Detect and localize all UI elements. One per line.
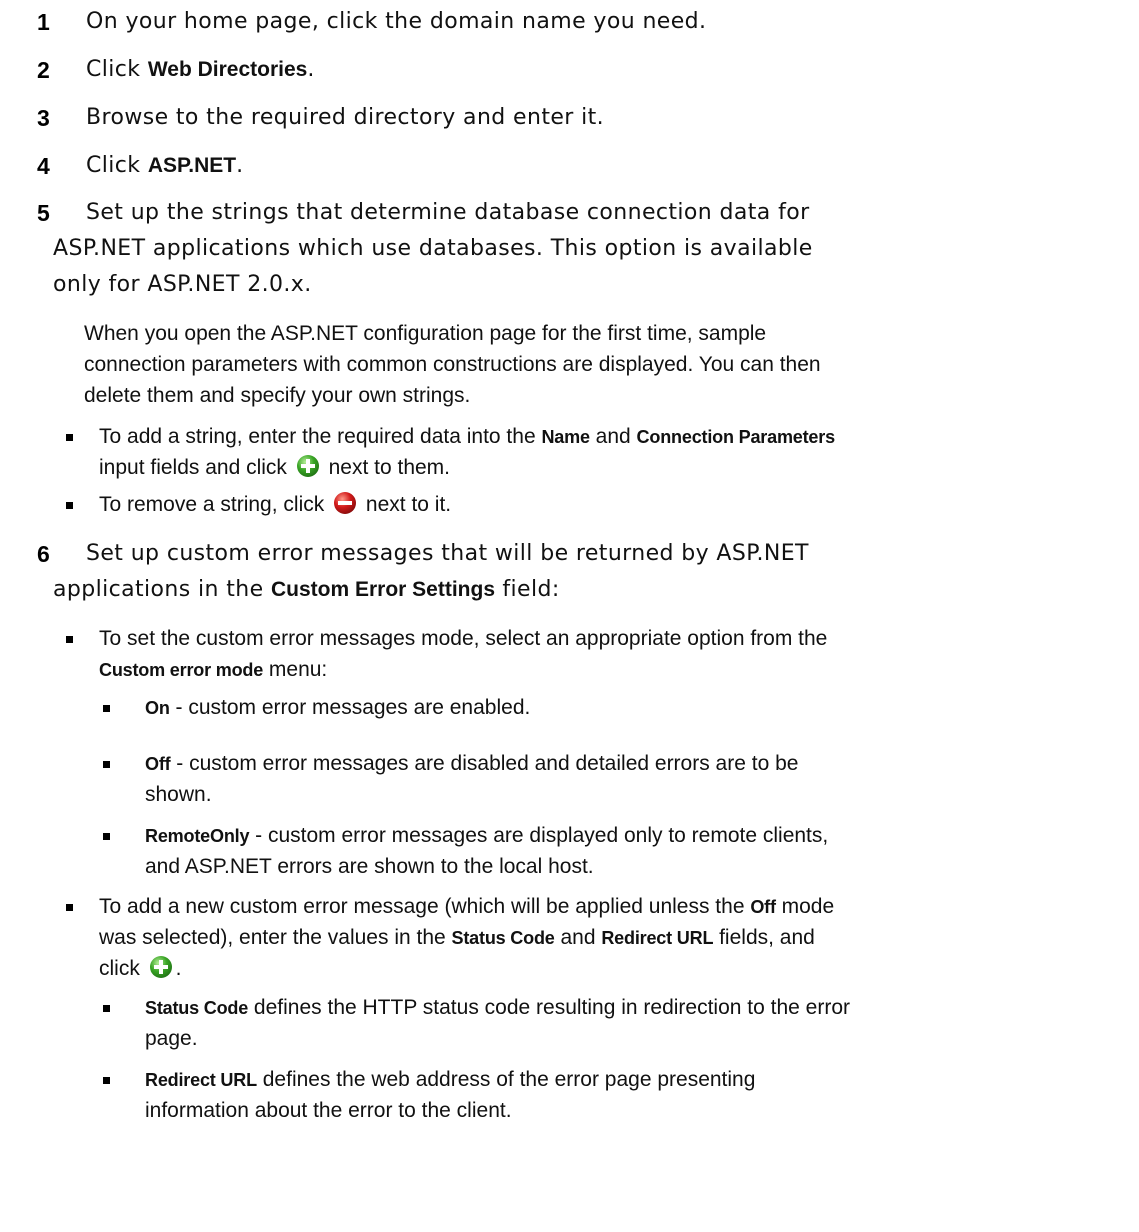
step-text: ASP.NET applications which use databases… [53,236,813,261]
bullet-marker [66,904,73,911]
bullet-marker [66,502,73,509]
field-redirect-url: information about the error to the clien… [145,1099,512,1122]
ui-label: Custom error mode [99,660,264,680]
mode-option-on: On - custom error messages are enabled. [145,696,531,719]
step-number: 6 [37,541,50,567]
step-text: On your home page, click the domain name… [86,9,707,34]
field-status-code: Status Code defines the HTTP status code… [145,996,851,1019]
step-number: 2 [37,57,50,83]
mode-text: Custom error mode menu: [99,658,328,681]
ui-label: Web Directories [147,58,308,81]
mode-option-off: Off - custom error messages are disabled… [145,752,799,775]
ui-label: ASP.NET [147,154,237,177]
mode-text: To set the custom error messages mode, s… [99,627,828,650]
field-status-code: page. [145,1027,198,1050]
mode-option-remoteonly: RemoteOnly - custom error messages are d… [145,824,829,847]
mode-option-remoteonly: and ASP.NET errors are shown to the loca… [145,855,594,878]
bullet-marker [103,833,110,840]
add-icon [296,454,320,478]
instructions-document: 1 On your home page, click the domain na… [0,0,1139,1232]
step-number: 5 [37,200,50,226]
add-custom-text: click . [99,955,182,980]
bullet-marker [66,434,73,441]
bullet-marker [103,761,110,768]
bullet-marker [66,636,73,643]
remove-icon [333,491,357,515]
step-text: Click ASP.NET. [86,153,244,178]
add-custom-text: was selected), enter the values in the S… [99,926,815,949]
bullet-marker [103,1005,110,1012]
remove-string-text: To remove a string, click next to it. [99,491,452,516]
step-text: Click Web Directories. [86,57,315,82]
add-string-text: To add a string, enter the required data… [99,425,835,448]
note-text: delete them and specify your own strings… [84,384,471,407]
step-text: Set up the strings that determine databa… [86,200,810,225]
step-number: 1 [37,9,50,35]
step-text: applications in the Custom Error Setting… [53,577,560,602]
field-redirect-url: Redirect URL defines the web address of … [145,1068,756,1091]
step-text: only for ASP.NET 2.0.x. [53,272,312,297]
note-text: When you open the ASP.NET configuration … [84,322,767,345]
step-number: 3 [37,105,50,131]
bullet-marker [103,1077,110,1084]
step-text: Set up custom error messages that will b… [86,541,809,566]
step-text: Browse to the required directory and ent… [86,105,605,130]
add-string-text: input fields and click next to them. [99,454,451,479]
bullet-marker [103,705,110,712]
step-number: 4 [37,153,50,179]
note-text: connection parameters with common constr… [84,353,821,376]
add-icon [149,955,173,979]
mode-option-off: shown. [145,783,212,806]
add-custom-text: To add a new custom error message (which… [99,895,835,918]
